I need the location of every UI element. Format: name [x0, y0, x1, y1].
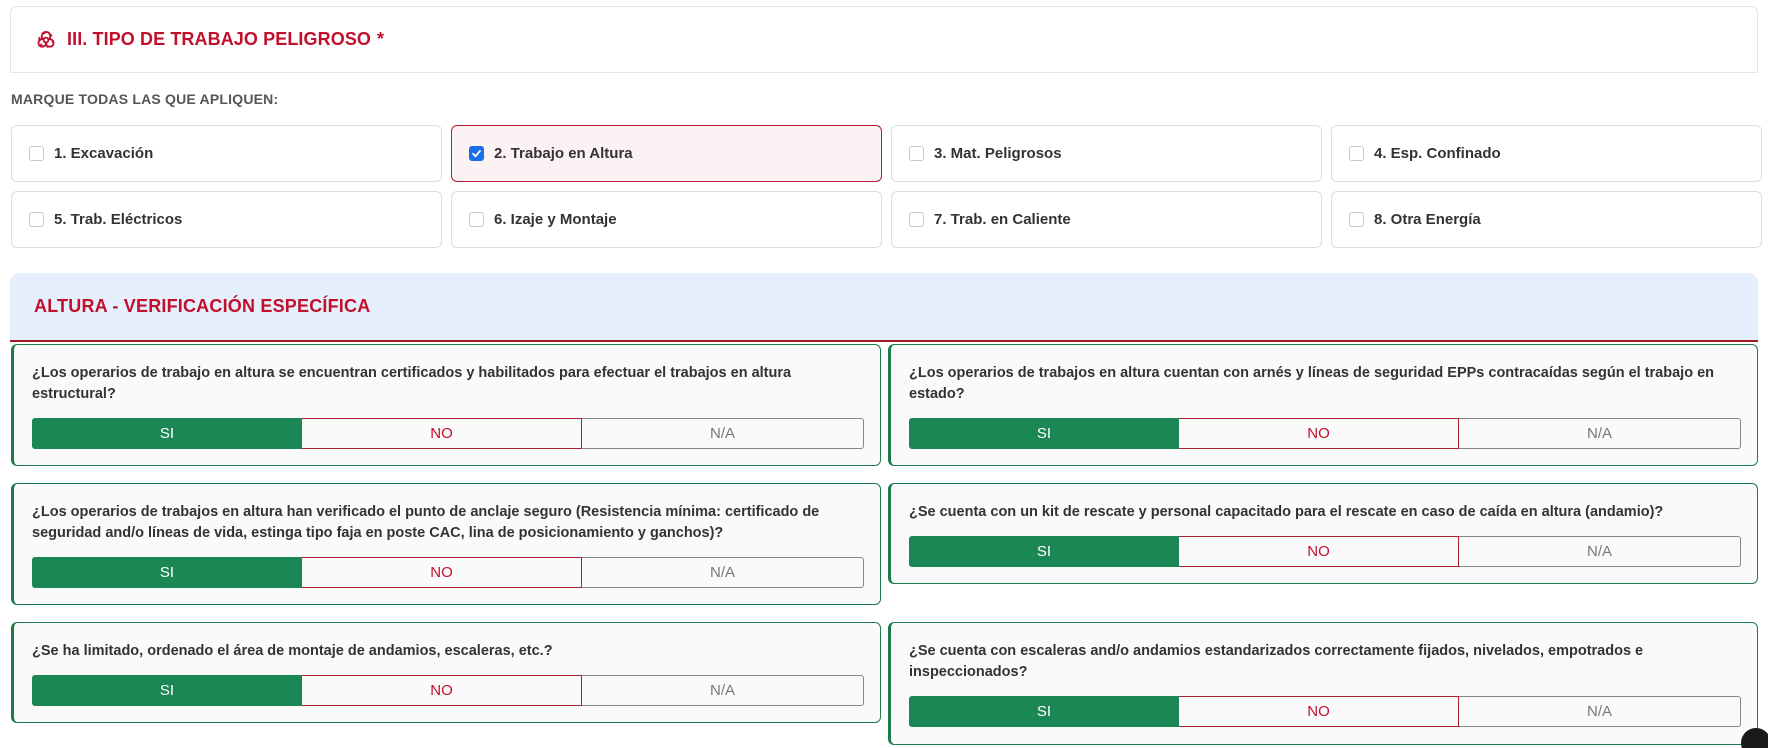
question-card: ¿Los operarios de trabajos en altura cue… — [888, 344, 1758, 466]
checkbox[interactable] — [909, 212, 924, 227]
checkbox[interactable] — [29, 146, 44, 161]
altura-section-header: ALTURA - VERIFICACIÓN ESPECÍFICA — [10, 273, 1758, 342]
question-card: ¿Los operarios de trabajo en altura se e… — [11, 344, 881, 466]
work-type-label: 5. Trab. Eléctricos — [54, 211, 183, 228]
floating-action-button[interactable] — [1741, 728, 1768, 748]
question-card: ¿Se cuenta con un kit de rescate y perso… — [888, 483, 1758, 584]
work-type-label: 1. Excavación — [54, 145, 154, 162]
question-text: ¿Se cuenta con escaleras and/o andamios … — [909, 643, 1644, 680]
section-title: III. TIPO DE TRABAJO PELIGROSO — [67, 29, 372, 49]
instruction-label: MARQUE TODAS LAS QUE APLIQUEN: — [11, 91, 279, 107]
question-text: ¿Los operarios de trabajos en altura han… — [32, 504, 820, 541]
answer-na-button[interactable]: N/A — [582, 418, 864, 449]
answer-si-button[interactable]: SI — [909, 696, 1179, 727]
work-type-option[interactable]: 7. Trab. en Caliente — [891, 191, 1322, 248]
section-header: III. TIPO DE TRABAJO PELIGROSO * — [10, 6, 1758, 73]
checkbox[interactable] — [1349, 146, 1364, 161]
checkbox[interactable] — [469, 146, 484, 161]
question-card: ¿Se ha limitado, ordenado el área de mon… — [11, 622, 881, 723]
question-text: ¿Los operarios de trabajo en altura se e… — [32, 365, 792, 402]
work-type-label: 3. Mat. Peligrosos — [934, 145, 1062, 162]
answer-no-button[interactable]: NO — [302, 418, 582, 449]
answer-no-button[interactable]: NO — [302, 557, 582, 588]
answer-no-button[interactable]: NO — [302, 675, 582, 706]
answer-na-button[interactable]: N/A — [1459, 536, 1741, 567]
work-type-label: 4. Esp. Confinado — [1374, 145, 1501, 162]
answer-selector: SI NO N/A — [909, 696, 1741, 727]
question-text: ¿Se cuenta con un kit de rescate y perso… — [909, 504, 1664, 520]
checkbox[interactable] — [469, 212, 484, 227]
work-type-label: 8. Otra Energía — [1374, 211, 1481, 228]
checkbox[interactable] — [1349, 212, 1364, 227]
work-type-label: 7. Trab. en Caliente — [934, 211, 1071, 228]
work-type-option[interactable]: 3. Mat. Peligrosos — [891, 125, 1322, 182]
question-text: ¿Los operarios de trabajos en altura cue… — [909, 365, 1715, 402]
answer-no-button[interactable]: NO — [1179, 696, 1459, 727]
answer-na-button[interactable]: N/A — [1459, 418, 1741, 449]
work-type-grid: 1. Excavación 2. Trabajo en Altura 3. Ma… — [11, 125, 1762, 248]
answer-si-button[interactable]: SI — [909, 536, 1179, 567]
answer-si-button[interactable]: SI — [909, 418, 1179, 449]
biohazard-icon — [37, 30, 55, 48]
answer-selector: SI NO N/A — [32, 418, 864, 449]
required-marker: * — [377, 29, 385, 49]
answer-si-button[interactable]: SI — [32, 557, 302, 588]
answer-si-button[interactable]: SI — [32, 418, 302, 449]
work-type-option[interactable]: 4. Esp. Confinado — [1331, 125, 1762, 182]
answer-selector: SI NO N/A — [32, 675, 864, 706]
question-text: ¿Se ha limitado, ordenado el área de mon… — [32, 643, 553, 659]
work-type-option[interactable]: 8. Otra Energía — [1331, 191, 1762, 248]
answer-no-button[interactable]: NO — [1179, 418, 1459, 449]
work-type-option[interactable]: 6. Izaje y Montaje — [451, 191, 882, 248]
answer-selector: SI NO N/A — [32, 557, 864, 588]
altura-title: ALTURA - VERIFICACIÓN ESPECÍFICA — [34, 296, 371, 316]
check-icon — [472, 150, 481, 158]
answer-no-button[interactable]: NO — [1179, 536, 1459, 567]
checkbox[interactable] — [29, 212, 44, 227]
question-card: ¿Los operarios de trabajos en altura han… — [11, 483, 881, 605]
answer-selector: SI NO N/A — [909, 536, 1741, 567]
work-type-option[interactable]: 1. Excavación — [11, 125, 442, 182]
work-type-label: 6. Izaje y Montaje — [494, 211, 617, 228]
work-type-option[interactable]: 2. Trabajo en Altura — [451, 125, 882, 182]
checkbox[interactable] — [909, 146, 924, 161]
answer-si-button[interactable]: SI — [32, 675, 302, 706]
work-type-label: 2. Trabajo en Altura — [494, 145, 633, 162]
answer-na-button[interactable]: N/A — [582, 557, 864, 588]
answer-selector: SI NO N/A — [909, 418, 1741, 449]
answer-na-button[interactable]: N/A — [1459, 696, 1741, 727]
answer-na-button[interactable]: N/A — [582, 675, 864, 706]
question-card: ¿Se cuenta con escaleras and/o andamios … — [888, 622, 1768, 748]
work-type-option[interactable]: 5. Trab. Eléctricos — [11, 191, 442, 248]
